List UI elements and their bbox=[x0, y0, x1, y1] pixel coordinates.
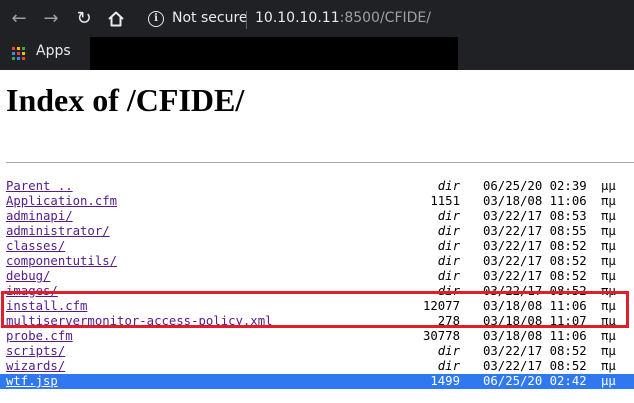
url-divider bbox=[246, 11, 247, 29]
listing-row: classes/dir 03/22/17 08:52 πμ bbox=[0, 239, 634, 254]
url-text[interactable]: 10.10.10.11:8500/CFIDE/ bbox=[255, 10, 431, 26]
file-date: 03/22/17 08:52 bbox=[483, 239, 587, 253]
back-arrow-icon[interactable]: ← bbox=[8, 8, 30, 30]
file-date: 03/22/17 08:52 bbox=[483, 254, 587, 268]
file-size: 1151 bbox=[430, 194, 460, 208]
listing-row: wtf.jsp 1499 06/25/20 02:42 μμ bbox=[0, 374, 634, 389]
apps-grid-icon[interactable] bbox=[12, 47, 25, 60]
file-link[interactable]: adminapi/ bbox=[6, 209, 73, 224]
file-time-period: πμ bbox=[601, 359, 616, 373]
file-time-period: πμ bbox=[601, 344, 616, 358]
url-path: :8500/CFIDE/ bbox=[339, 10, 431, 26]
file-date: 03/18/08 11:06 bbox=[483, 329, 587, 343]
file-time-period: πμ bbox=[601, 329, 616, 343]
listing-row: adminapi/dir 03/22/17 08:53 πμ bbox=[0, 209, 634, 224]
file-size: 30778 bbox=[422, 329, 460, 343]
file-link[interactable]: probe.cfm bbox=[6, 329, 73, 344]
bookmarks-bar: Apps bbox=[0, 37, 634, 70]
file-time-period: μμ bbox=[601, 179, 616, 193]
file-size: dir bbox=[437, 269, 460, 283]
listing-row: debug/dir 03/22/17 08:52 πμ bbox=[0, 269, 634, 284]
file-link[interactable]: classes/ bbox=[6, 239, 65, 254]
file-time-period: πμ bbox=[601, 254, 616, 268]
file-size: dir bbox=[437, 179, 460, 193]
file-size: dir bbox=[437, 239, 460, 253]
file-size: 1499 bbox=[430, 374, 460, 388]
url-host: 10.10.10.11 bbox=[255, 10, 340, 26]
file-time-period: πμ bbox=[601, 224, 616, 238]
file-link[interactable]: Parent .. bbox=[6, 179, 73, 194]
listing-row: componentutils/dir 03/22/17 08:52 πμ bbox=[0, 254, 634, 269]
file-size: dir bbox=[437, 344, 460, 358]
listing-row: probe.cfm 30778 03/18/08 11:06 πμ bbox=[0, 329, 634, 344]
page-content: Index of /CFIDE/ Parent .. dir 06/25/20 02… bbox=[0, 70, 634, 403]
file-date: 03/22/17 08:55 bbox=[483, 224, 587, 238]
file-time-period: πμ bbox=[601, 239, 616, 253]
file-size: dir bbox=[437, 209, 460, 223]
listing-row: Application.cfm 1151 03/18/08 11:06 πμ bbox=[0, 194, 634, 209]
reload-icon[interactable]: ↻ bbox=[73, 8, 95, 30]
file-link[interactable]: wtf.jsp bbox=[6, 374, 58, 389]
listing-row: administrator/dir 03/22/17 08:55 πμ bbox=[0, 224, 634, 239]
file-link[interactable]: Application.cfm bbox=[6, 194, 117, 209]
file-time-period: μμ bbox=[601, 374, 616, 388]
address-bar[interactable]: i Not secure 10.10.10.11:8500/CFIDE/ bbox=[138, 3, 634, 35]
file-date: 06/25/20 02:39 bbox=[483, 179, 587, 193]
apps-bookmark[interactable]: Apps bbox=[36, 43, 71, 59]
info-icon[interactable]: i bbox=[148, 11, 164, 27]
redacted-area bbox=[90, 37, 458, 70]
file-time-period: πμ bbox=[601, 194, 616, 208]
file-link[interactable]: scripts/ bbox=[6, 344, 65, 359]
file-date: 03/22/17 08:52 bbox=[483, 344, 587, 358]
file-size: dir bbox=[437, 224, 460, 238]
security-indicator[interactable]: Not secure bbox=[172, 10, 248, 26]
file-link[interactable]: wizards/ bbox=[6, 359, 65, 374]
file-time-period: πμ bbox=[601, 209, 616, 223]
file-time-period: πμ bbox=[601, 269, 616, 283]
file-date: 03/22/17 08:53 bbox=[483, 209, 587, 223]
file-date: 03/18/08 11:06 bbox=[483, 194, 587, 208]
file-link[interactable]: componentutils/ bbox=[6, 254, 117, 269]
home-icon[interactable] bbox=[105, 8, 127, 30]
annotation-highlight-box bbox=[1, 291, 629, 328]
file-date: 03/22/17 08:52 bbox=[483, 359, 587, 373]
file-size: dir bbox=[437, 359, 460, 373]
file-date: 03/22/17 08:52 bbox=[483, 269, 587, 283]
file-size: dir bbox=[437, 254, 460, 268]
file-listing: Parent .. dir 06/25/20 02:39 μμ Application.… bbox=[0, 179, 634, 389]
listing-row: Parent .. dir 06/25/20 02:39 μμ bbox=[0, 179, 634, 194]
listing-row: wizards/dir 03/22/17 08:52 πμ bbox=[0, 359, 634, 374]
file-link[interactable]: debug/ bbox=[6, 269, 50, 284]
file-date: 06/25/20 02:42 bbox=[483, 374, 587, 388]
page-title: Index of /CFIDE/ bbox=[6, 82, 245, 118]
listing-row: scripts/dir 03/22/17 08:52 πμ bbox=[0, 344, 634, 359]
browser-toolbar: ← → ↻ i Not secure 10.10.10.11:8500/CFID… bbox=[0, 0, 634, 37]
forward-arrow-icon[interactable]: → bbox=[40, 8, 62, 30]
file-link[interactable]: administrator/ bbox=[6, 224, 110, 239]
divider bbox=[6, 162, 634, 163]
